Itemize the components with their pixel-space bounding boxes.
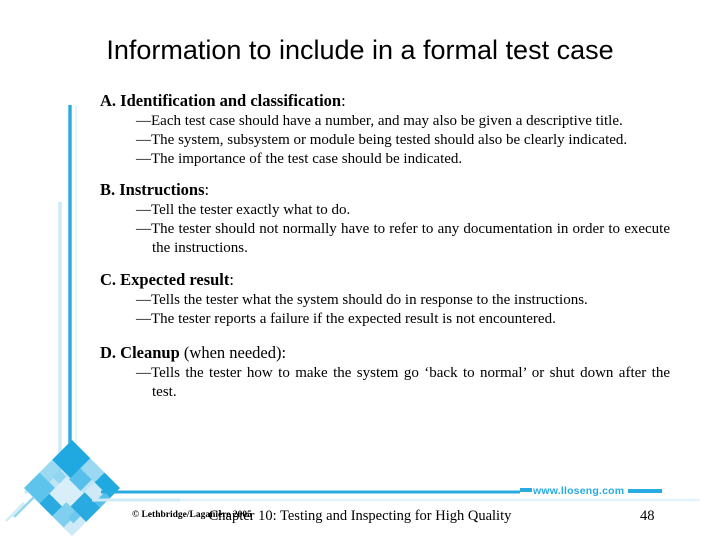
section-a-heading: A. Identification and classification: xyxy=(100,90,670,111)
list-item: —The system, subsystem or module being t… xyxy=(136,132,628,149)
section-b-heading-bold: B. Instructions xyxy=(100,180,205,200)
section-a: A. Identification and classification: —E… xyxy=(100,90,670,169)
section-a-heading-bold: A. Identification and classification xyxy=(100,91,342,110)
section-b-heading: B. Instructions: xyxy=(100,179,670,200)
slide: Information to include in a formal test … xyxy=(0,0,720,540)
section-b-bullets: —Tell the tester exactly what to do. —Th… xyxy=(100,201,670,258)
website-url[interactable]: www.lloseng.com xyxy=(533,485,624,497)
list-item: —The importance of the test case should … xyxy=(136,151,463,168)
list-item: —Each test case should have a number, an… xyxy=(136,113,623,130)
section-b: B. Instructions: —Tell the tester exactl… xyxy=(100,179,670,258)
slide-body: A. Identification and classification: —E… xyxy=(100,90,670,408)
section-d-heading: D. Cleanup (when needed): xyxy=(100,342,670,363)
section-c-heading: C. Expected result: xyxy=(100,269,670,290)
section-c-heading-bold: C. Expected result xyxy=(100,269,230,289)
slide-footer: © Lethbridge/Laganière 2005 Chapter 10: … xyxy=(0,508,720,532)
section-d-heading-bold: D. Cleanup xyxy=(100,342,180,362)
footer-page-number: 48 xyxy=(640,508,655,524)
section-a-heading-colon: : xyxy=(341,91,346,110)
section-c-bullets: —Tells the tester what the system should… xyxy=(100,291,670,329)
section-d-bullets: —Tells the tester how to make the system… xyxy=(100,364,670,402)
section-a-bullets: —Each test case should have a number, an… xyxy=(100,112,670,169)
section-b-heading-colon: : xyxy=(204,180,210,200)
section-d-heading-note: (when needed): xyxy=(179,342,287,362)
footer-chapter-title: Chapter 10: Testing and Inspecting for H… xyxy=(208,508,512,524)
list-item: —Tell the tester exactly what to do. xyxy=(136,202,351,219)
list-item: —Tells the tester how to make the system… xyxy=(136,364,670,400)
page-title: Information to include in a formal test … xyxy=(106,35,614,65)
list-item: —The tester reports a failure if the exp… xyxy=(136,310,556,327)
section-c: C. Expected result: —Tells the tester wh… xyxy=(100,269,670,329)
section-c-heading-colon: : xyxy=(229,269,234,289)
section-d: D. Cleanup (when needed): —Tells the tes… xyxy=(100,342,670,402)
list-item: —Tells the tester what the system should… xyxy=(136,291,588,308)
list-item: —The tester should not normally have to … xyxy=(136,221,670,257)
